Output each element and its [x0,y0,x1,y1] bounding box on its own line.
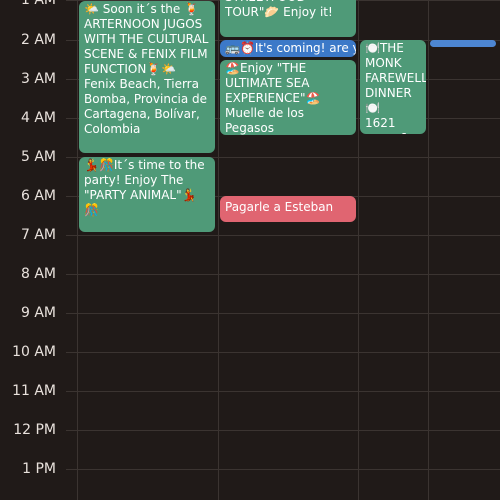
event-its-coming[interactable]: 🚌⏰It's coming! are yo [220,40,356,57]
event-location: 1621 room & wine [365,116,409,134]
time-label-12pm: 12 PM [13,422,56,438]
day-column-divider [77,0,78,500]
day-column-divider [358,0,359,500]
event-streetfood-tour[interactable]: STREETFOOD TOUR"🥟 Enjoy it! [220,0,356,37]
hour-gridline [66,235,500,236]
time-label-10am: 10 AM [12,344,56,360]
event-location: Muelle de los Pegasos [225,106,308,135]
time-label-6am: 6 AM [20,188,56,204]
time-label-2am: 2 AM [20,32,56,48]
hour-gridline [66,274,500,275]
time-label-1am: 1 AM [20,0,56,8]
time-label-8am: 8 AM [20,266,56,282]
event-location: Fenix Beach, Tierra Bomba, Provincia de … [84,77,211,136]
event-title: 🏖️Enjoy "THE ULTIMATE SEA EXPERIENCE"🏖️ [225,61,321,105]
hour-gridline [66,352,500,353]
event-pagarle-a-esteban[interactable]: Pagarle a Esteban [220,196,356,222]
day-column-divider [428,0,429,500]
event-title: 💃🎊It´s time to the party! Enjoy The "PAR… [84,158,209,217]
day-column-divider [218,0,219,500]
event-ultimate-sea-experience[interactable]: 🏖️Enjoy "THE ULTIMATE SEA EXPERIENCE"🏖️ … [220,60,356,135]
event-title: 🌤️ Soon it´s the 🍹 ARTERNOON JUGOS WITH … [84,2,213,76]
event-title: Pagarle a Esteban [225,200,334,214]
hour-gridline [66,430,500,431]
time-label-5am: 5 AM [20,149,56,165]
time-label-9am: 9 AM [20,305,56,321]
event-cultural-scene[interactable]: 🌤️ Soon it´s the 🍹 ARTERNOON JUGOS WITH … [79,1,215,153]
time-label-4am: 4 AM [20,110,56,126]
event-bar-partial[interactable] [430,40,496,47]
event-title: STREETFOOD TOUR"🥟 Enjoy it! [225,0,333,19]
time-label-11am: 11 AM [12,383,56,399]
event-monk-farewell-dinner[interactable]: 🍽️THE MONK FAREWELL DINNER🍽️ 1621 room &… [360,40,426,134]
event-title: 🍽️THE MONK FAREWELL DINNER🍽️ [365,41,426,115]
hour-gridline [66,469,500,470]
hour-gridline [66,391,500,392]
time-label-7am: 7 AM [20,227,56,243]
time-label-3am: 3 AM [20,71,56,87]
time-label-1pm: 1 PM [22,461,56,477]
hour-gridline [66,313,500,314]
event-party-animal[interactable]: 💃🎊It´s time to the party! Enjoy The "PAR… [79,157,215,232]
event-title: 🚌⏰It's coming! are yo [225,41,356,55]
